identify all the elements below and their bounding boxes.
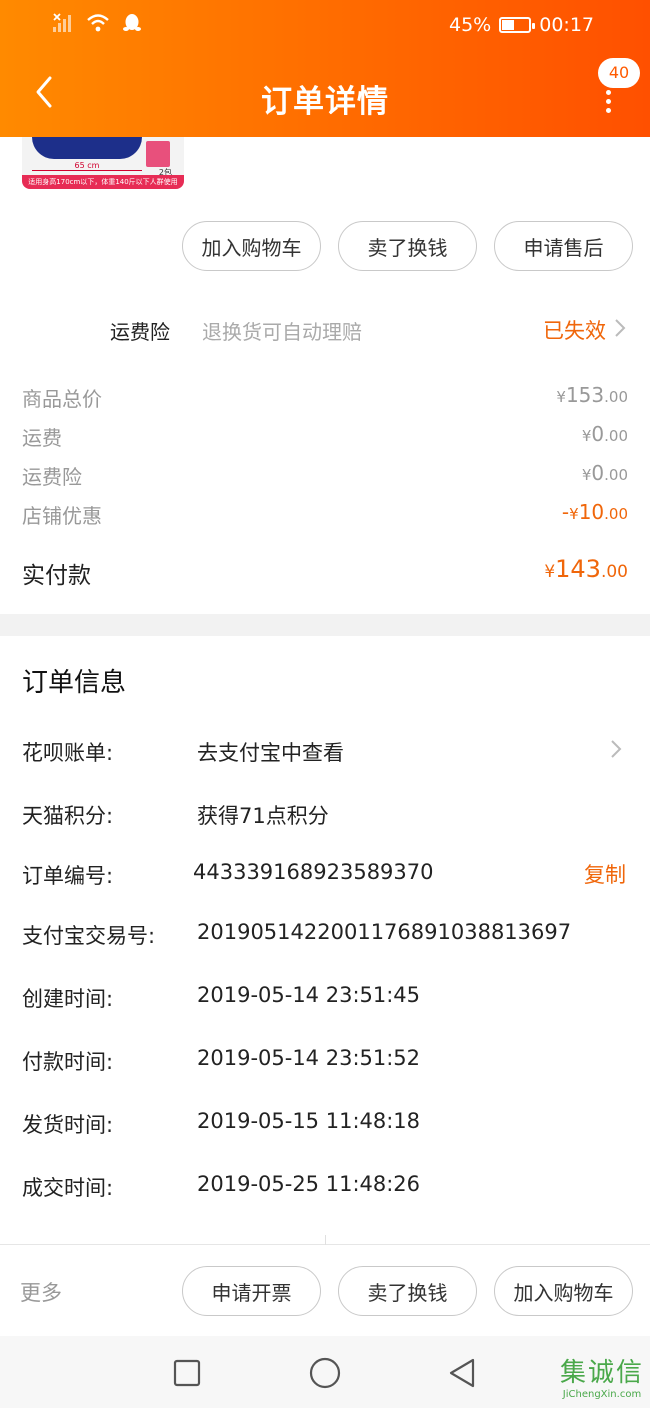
info-value: 获得71点积分 <box>197 804 329 828</box>
price-row-value: ¥153.00 <box>556 383 628 407</box>
info-value: 2019051422001176891038813697 <box>197 920 572 944</box>
recent-apps-button[interactable] <box>173 1359 201 1391</box>
add-to-cart-button[interactable]: 加入购物车 <box>182 221 321 271</box>
info-label: 付款时间: <box>22 1050 114 1074</box>
separator <box>325 1235 326 1245</box>
order-number: 443339168923589370 <box>193 860 434 884</box>
chevron-right-icon <box>614 318 626 342</box>
discount-value: -¥10.00 <box>561 500 628 524</box>
signal-icon <box>52 12 74 39</box>
home-button[interactable] <box>309 1357 341 1393</box>
message-count-badge[interactable]: 40 <box>598 58 640 88</box>
status-bar: 45% 00:17 <box>0 0 650 52</box>
app-header: 45% 00:17 订单详情 40 <box>0 0 650 137</box>
info-label: 成交时间: <box>22 1176 114 1200</box>
sell-for-cash-button[interactable]: 卖了换钱 <box>338 221 477 271</box>
battery-icon <box>499 17 536 33</box>
bottom-action-bar: 更多 申请开票 卖了换钱 加入购物车 <box>0 1235 650 1336</box>
insurance-row[interactable]: 运费险 退换货可自动理赔 已失效 <box>0 304 650 354</box>
product-pack-image <box>146 141 170 167</box>
add-to-cart-button[interactable]: 加入购物车 <box>494 1266 633 1316</box>
wifi-icon <box>86 12 110 39</box>
page-title: 订单详情 <box>261 84 389 120</box>
sell-for-cash-button[interactable]: 卖了换钱 <box>338 1266 477 1316</box>
copy-button[interactable]: 复制 <box>584 859 626 889</box>
battery-level <box>502 20 514 30</box>
insurance-status: 已失效 <box>543 319 606 343</box>
battery-percent: 45% <box>449 14 492 36</box>
info-label: 创建时间: <box>22 987 114 1011</box>
info-value: 2019-05-14 23:51:52 <box>197 1046 421 1070</box>
price-row-label: 商品总价 <box>22 387 102 411</box>
price-row-label: 运费 <box>22 426 62 450</box>
system-nav-bar: 集诚信 JiChengXin.com <box>0 1336 650 1408</box>
product-image <box>32 137 142 159</box>
back-nav-button[interactable] <box>447 1357 477 1393</box>
info-label: 天猫积分: <box>22 804 114 828</box>
info-label: 订单编号: <box>22 864 114 888</box>
price-row-value: ¥0.00 <box>581 422 628 446</box>
section-title: 订单信息 <box>22 668 127 698</box>
after-sales-button[interactable]: 申请售后 <box>494 221 633 271</box>
info-value: 2019-05-14 23:51:45 <box>197 983 421 1007</box>
product-thumbnail[interactable]: 65 cm 2包 适用身高170cm以下，体重140斤以下人群使用 <box>22 137 184 189</box>
circle-icon <box>309 1357 341 1389</box>
info-value: 去支付宝中查看 <box>197 741 344 765</box>
total-label: 实付款 <box>22 563 91 589</box>
square-icon <box>173 1359 201 1387</box>
price-row-value: ¥0.00 <box>581 461 628 485</box>
info-label: 支付宝交易号: <box>22 924 156 948</box>
price-row-label: 店铺优惠 <box>22 504 102 528</box>
info-label: 发货时间: <box>22 1113 114 1137</box>
total-value: ¥143.00 <box>544 555 628 583</box>
insurance-label: 运费险 <box>110 320 170 344</box>
info-value: 2019-05-15 11:48:18 <box>197 1109 421 1133</box>
insurance-desc: 退换货可自动理赔 <box>202 320 362 344</box>
clock: 00:17 <box>539 14 594 36</box>
more-button[interactable]: 更多 <box>20 1277 62 1307</box>
watermark-logo: 集诚信 JiChengXin.com <box>559 1358 644 1400</box>
info-label: 花呗账单: <box>22 741 114 765</box>
info-value: 2019-05-25 11:48:26 <box>197 1172 421 1196</box>
product-size-strip: 适用身高170cm以下，体重140斤以下人群使用 <box>22 175 184 189</box>
product-size-mark: 65 cm <box>32 161 142 171</box>
section-divider <box>0 614 650 636</box>
qq-icon <box>122 12 142 39</box>
more-menu-icon[interactable] <box>604 90 612 114</box>
request-invoice-button[interactable]: 申请开票 <box>182 1266 321 1316</box>
triangle-back-icon <box>449 1358 475 1388</box>
price-row-label: 运费险 <box>22 465 82 489</box>
chevron-right-icon <box>610 739 622 763</box>
